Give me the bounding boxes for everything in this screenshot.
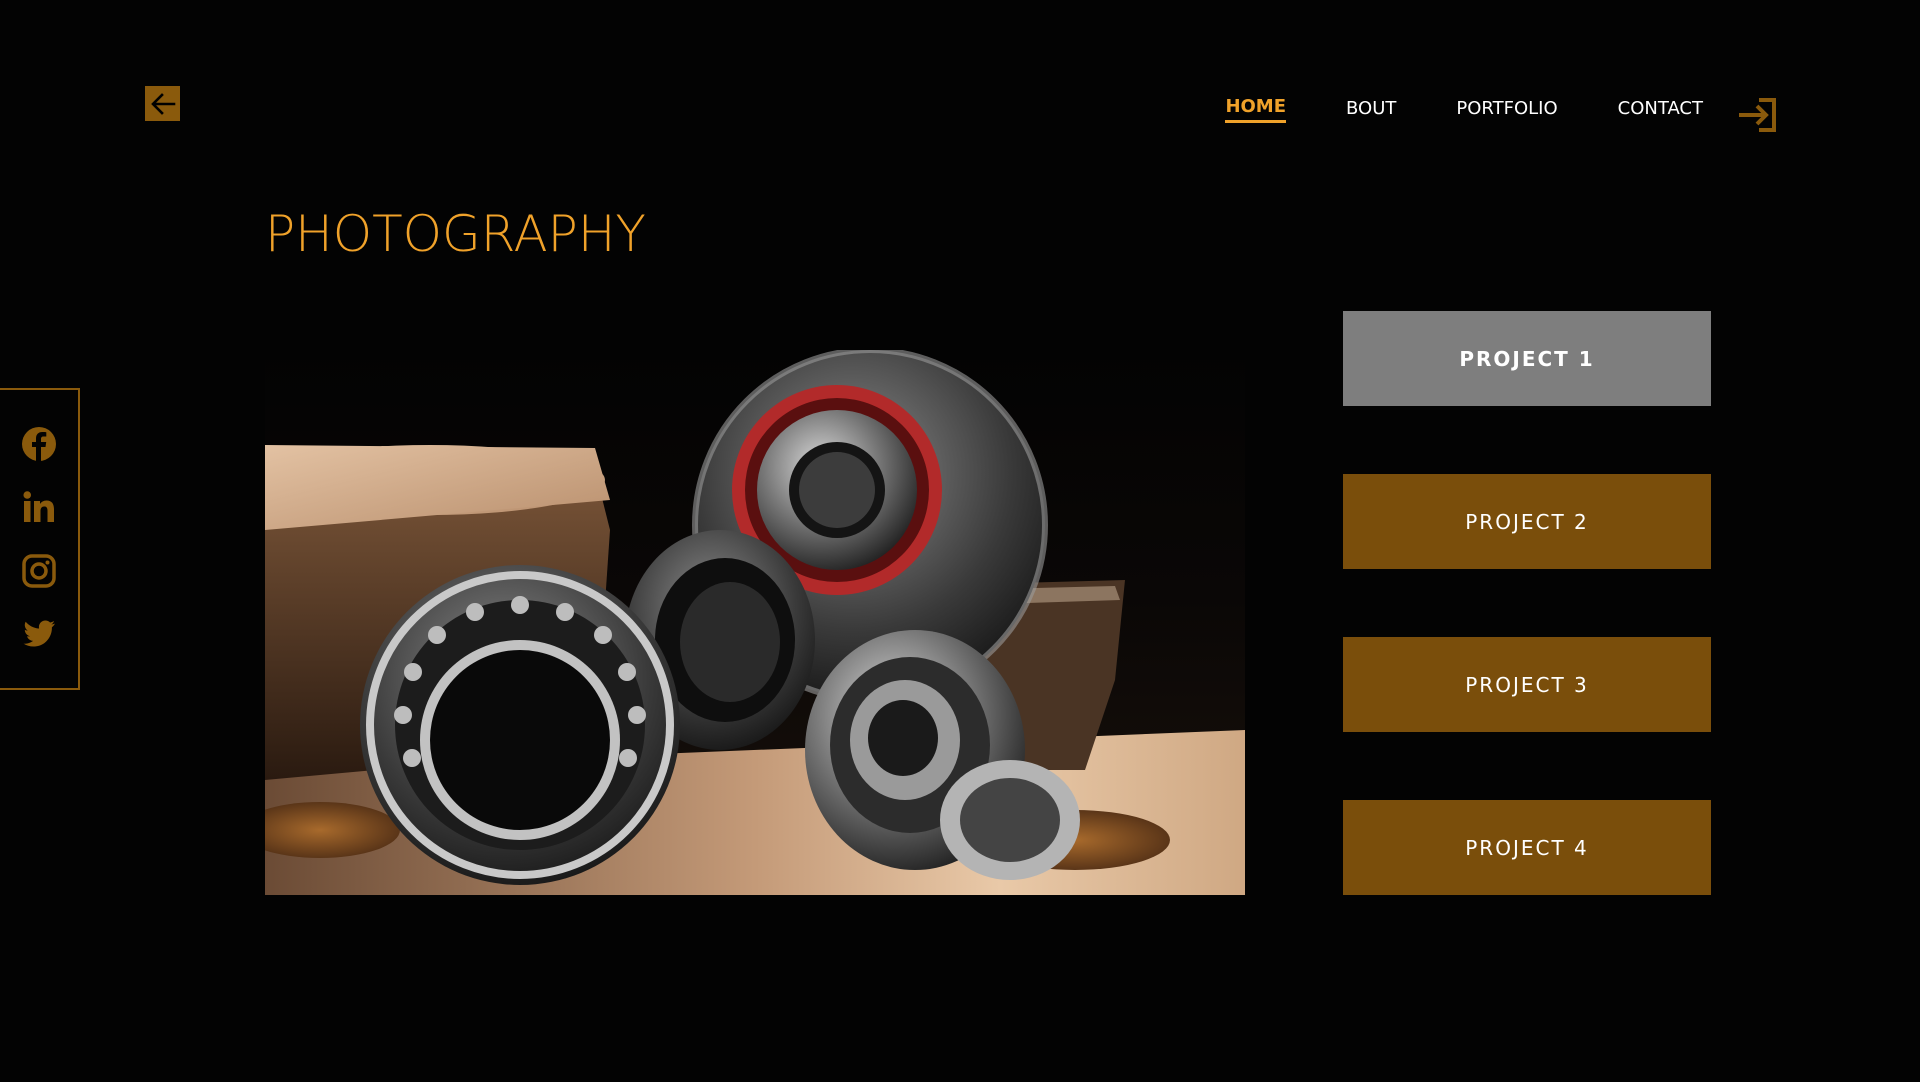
login-icon[interactable] (1737, 97, 1777, 133)
project-1-button[interactable]: PROJECT 1 (1343, 311, 1711, 406)
nav-item-about[interactable]: BOUT (1346, 98, 1396, 122)
twitter-icon[interactable] (21, 616, 57, 652)
main-nav: HOME BOUT PORTFOLIO CONTACT (1225, 96, 1703, 123)
nav-item-portfolio[interactable]: PORTFOLIO (1456, 98, 1557, 122)
bearings-photo-image (265, 350, 1245, 895)
back-button[interactable] (145, 86, 180, 121)
project-2-button[interactable]: PROJECT 2 (1343, 474, 1711, 569)
instagram-icon[interactable] (21, 553, 57, 589)
linkedin-icon[interactable] (21, 489, 57, 525)
arrow-left-icon (150, 92, 175, 115)
project-3-button[interactable]: PROJECT 3 (1343, 637, 1711, 732)
featured-photo (265, 350, 1245, 895)
social-links (0, 388, 80, 690)
project-4-button[interactable]: PROJECT 4 (1343, 800, 1711, 895)
facebook-icon[interactable] (21, 426, 57, 462)
page-title: PHOTOGRAPHY (265, 205, 646, 263)
portfolio-page: HOME BOUT PORTFOLIO CONTACT PHOTOGRAPHY (0, 0, 1920, 1082)
nav-item-contact[interactable]: CONTACT (1618, 98, 1703, 122)
nav-item-home[interactable]: HOME (1225, 96, 1287, 123)
